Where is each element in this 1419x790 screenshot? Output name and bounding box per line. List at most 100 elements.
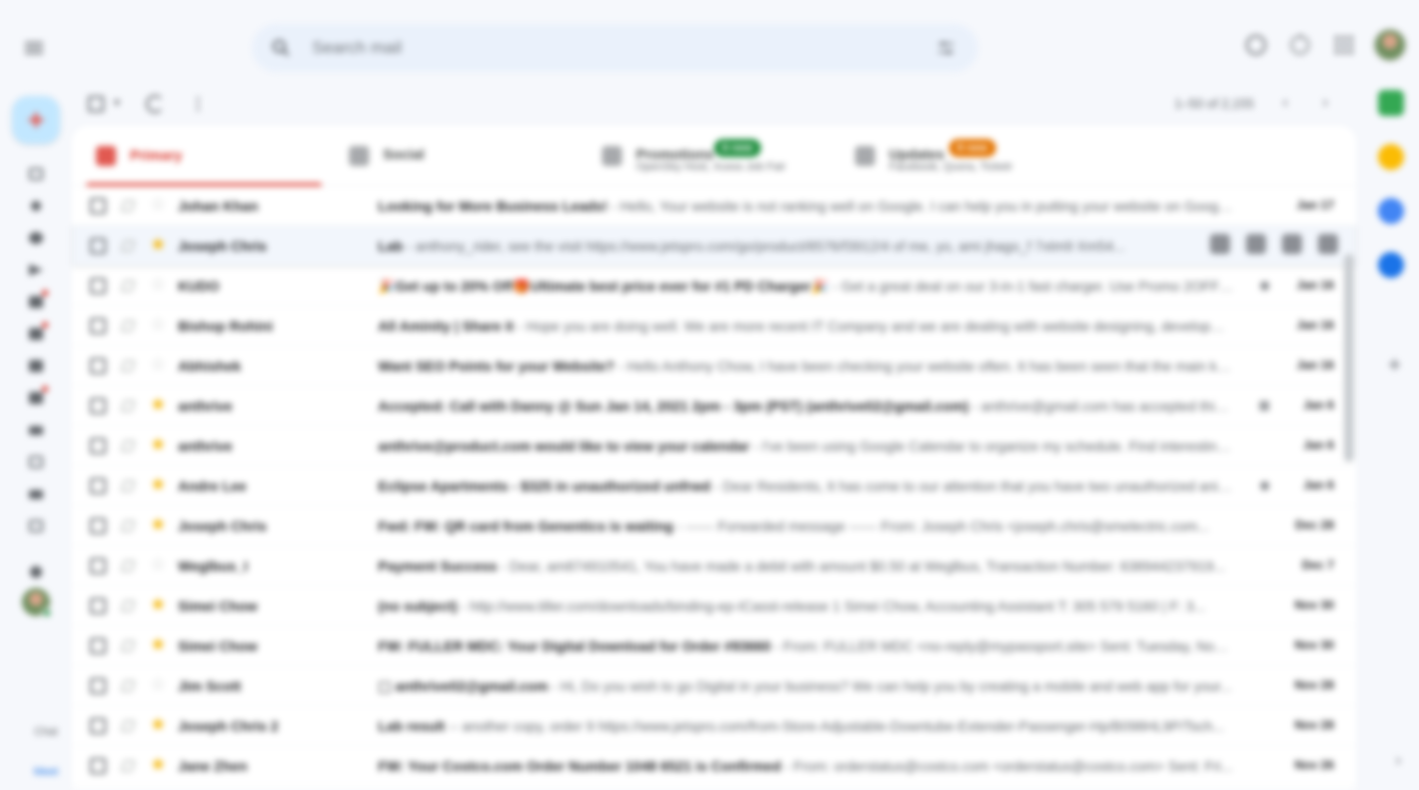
tab-3[interactable]: Promotions OpenSky Host, Xcess Job Fair 6 … xyxy=(584,126,834,186)
compose-button[interactable]: + xyxy=(12,96,60,144)
more-options-icon[interactable]: ⋮ xyxy=(190,94,206,114)
row-checkbox[interactable] xyxy=(90,758,106,774)
calendar-icon[interactable] xyxy=(1378,90,1404,116)
email-row[interactable]: ★ Andre Lee Eclipse Apartments - $325 in u… xyxy=(72,466,1356,506)
account-avatar[interactable] xyxy=(1373,28,1407,62)
important-marker-icon[interactable] xyxy=(120,720,136,732)
contacts-icon[interactable] xyxy=(1378,252,1404,278)
get-addons-icon[interactable]: + xyxy=(1388,352,1401,378)
settings-gear-icon[interactable] xyxy=(1285,30,1315,60)
row-checkbox[interactable] xyxy=(90,718,106,734)
important-marker-icon[interactable] xyxy=(120,640,136,652)
star-icon[interactable]: ★ xyxy=(150,475,166,493)
important-marker-icon[interactable] xyxy=(120,400,136,412)
email-row[interactable]: ★ anthrive Accepted: Call with Danny @ Sun… xyxy=(72,386,1356,426)
search-bar[interactable] xyxy=(252,24,978,72)
add-account-icon[interactable] xyxy=(24,560,48,584)
row-checkbox[interactable] xyxy=(90,398,106,414)
row-checkbox[interactable] xyxy=(90,558,106,574)
email-row[interactable]: ★ Joseph Chris Lab - anthony_rider, see th… xyxy=(72,226,1356,266)
star-icon[interactable]: ★ xyxy=(150,435,166,453)
email-row[interactable]: ★ Joseph Chris Fwd: FW: QR card from Genen… xyxy=(72,506,1356,546)
select-all-checkbox[interactable] xyxy=(88,96,104,112)
row-checkbox[interactable] xyxy=(90,598,106,614)
chat-icon[interactable] xyxy=(24,450,48,474)
email-row[interactable]: ★ anthrive anthrive@product.com would like… xyxy=(72,426,1356,466)
search-input[interactable] xyxy=(312,36,872,60)
meet-icon[interactable] xyxy=(24,514,48,538)
row-checkbox[interactable] xyxy=(90,238,106,254)
important-marker-icon[interactable] xyxy=(120,760,136,772)
label-2-icon[interactable] xyxy=(24,386,48,410)
star-icon[interactable]: ☆ xyxy=(150,275,166,293)
scrollbar[interactable] xyxy=(1344,254,1354,462)
email-row[interactable]: ☆ Johan Khan Looking for More Business Lea… xyxy=(72,186,1356,226)
prev-page-icon[interactable]: ‹ xyxy=(1283,94,1288,112)
star-icon[interactable]: ★ xyxy=(150,595,166,613)
tab-1[interactable]: Primary xyxy=(78,126,328,186)
row-checkbox[interactable] xyxy=(90,198,106,214)
email-row[interactable]: ★ Simei Chow FW: FULLER MDC: Your Digital … xyxy=(72,626,1356,666)
attachment-icon[interactable]: ▦ xyxy=(1259,398,1270,412)
star-icon[interactable]: ★ xyxy=(150,635,166,653)
email-row[interactable]: ★ Jane Zhen FW: Your Costco.com Order Numb… xyxy=(72,746,1356,786)
email-row[interactable]: ☆ Weglbus_I Payment Success - Dear, am8749… xyxy=(72,546,1356,586)
star-icon[interactable]: ☆ xyxy=(150,315,166,333)
archive-icon[interactable] xyxy=(1210,234,1230,254)
important-marker-icon[interactable] xyxy=(120,680,136,692)
star-icon[interactable]: ★ xyxy=(150,395,166,413)
star-icon[interactable]: ★ xyxy=(150,715,166,733)
row-checkbox[interactable] xyxy=(90,438,106,454)
next-page-icon[interactable]: › xyxy=(1323,94,1328,112)
delete-icon[interactable] xyxy=(1246,234,1266,254)
star-icon[interactable]: ★ xyxy=(150,235,166,253)
search-options-icon[interactable] xyxy=(936,38,956,58)
star-icon[interactable]: ★ xyxy=(150,755,166,773)
important-marker-icon[interactable] xyxy=(120,440,136,452)
important-marker-icon[interactable] xyxy=(120,280,136,292)
row-checkbox[interactable] xyxy=(90,278,106,294)
email-row[interactable]: ☆ Abhishek Want SEO Points for your Websit… xyxy=(72,346,1356,386)
row-checkbox[interactable] xyxy=(90,638,106,654)
important-marker-icon[interactable] xyxy=(120,240,136,252)
drafts-icon[interactable] xyxy=(24,290,48,314)
star-icon[interactable]: ★ xyxy=(150,515,166,533)
snoozed-icon[interactable] xyxy=(24,226,48,250)
sent-icon[interactable] xyxy=(24,258,48,282)
star-icon[interactable]: ☆ xyxy=(150,195,166,213)
star-icon[interactable]: ☆ xyxy=(150,555,166,573)
mail-icon[interactable] xyxy=(24,354,48,378)
apps-grid-icon[interactable] xyxy=(1329,30,1359,60)
important-marker-icon[interactable] xyxy=(120,200,136,212)
rail-avatar[interactable] xyxy=(22,588,52,618)
select-dropdown-icon[interactable]: ▼ xyxy=(112,98,122,109)
tasks-icon[interactable] xyxy=(1378,198,1404,224)
inbox-icon[interactable] xyxy=(24,162,48,186)
important-marker-icon[interactable] xyxy=(120,360,136,372)
star-icon[interactable]: ☆ xyxy=(150,675,166,693)
hide-side-panel-icon[interactable]: › xyxy=(1396,752,1401,770)
important-marker-icon[interactable] xyxy=(120,520,136,532)
email-row[interactable]: ☆ Bishop Rohini All Aminity | Share it - H… xyxy=(72,306,1356,346)
search-icon[interactable] xyxy=(270,37,292,59)
snooze-icon[interactable] xyxy=(1318,234,1338,254)
row-checkbox[interactable] xyxy=(90,678,106,694)
email-row[interactable]: ☆ Jim Scott ⬚ anthrive02@gmail.com - Hi, D… xyxy=(72,666,1356,706)
mark-read-icon[interactable] xyxy=(1282,234,1302,254)
starred-icon[interactable] xyxy=(24,194,48,218)
row-checkbox[interactable] xyxy=(90,478,106,494)
row-checkbox[interactable] xyxy=(90,318,106,334)
important-marker-icon[interactable] xyxy=(120,320,136,332)
important-marker-icon[interactable] xyxy=(120,560,136,572)
email-row[interactable]: ★ Joseph Chris 2 Lab result -- another cop… xyxy=(72,706,1356,746)
rail-link[interactable]: Meet xyxy=(26,766,66,778)
important-marker-icon[interactable] xyxy=(120,600,136,612)
spaces-icon[interactable] xyxy=(24,482,48,506)
attachment-icon[interactable]: ◉ xyxy=(1260,278,1270,292)
tab-2[interactable]: Social xyxy=(331,126,581,186)
main-menu-icon[interactable] xyxy=(18,32,50,64)
help-icon[interactable] xyxy=(1241,30,1271,60)
folder-icon[interactable] xyxy=(24,418,48,442)
keep-icon[interactable] xyxy=(1378,144,1404,170)
attachment-icon[interactable]: ◉ xyxy=(1260,478,1270,492)
